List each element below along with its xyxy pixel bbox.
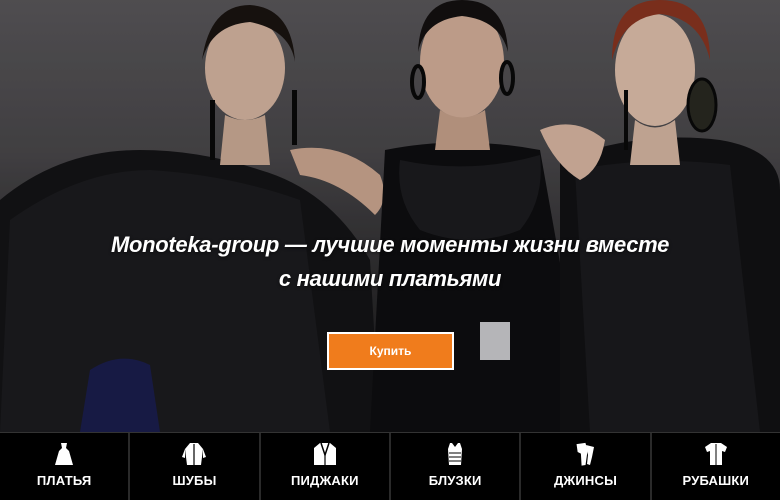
category-jackets[interactable]: ПИДЖАКИ [258, 433, 389, 500]
category-bar: ПЛАТЬЯ ШУБЫ ПИДЖАКИ БЛУЗКИ ДЖИНСЫ РУБАШК… [0, 432, 780, 500]
dress-icon [55, 443, 74, 465]
headline-line-1: Monoteka-group — лучшие моменты жизни вм… [110, 232, 670, 257]
headline-line-2: с нашими платьями [278, 266, 502, 291]
category-fur-coats[interactable]: ШУБЫ [128, 433, 258, 500]
category-label: ПЛАТЬЯ [36, 473, 92, 488]
category-label: РУБАШКИ [682, 473, 750, 488]
category-label: БЛУЗКИ [428, 473, 482, 488]
shirt-icon [704, 443, 727, 465]
category-shirts[interactable]: РУБАШКИ [649, 433, 780, 500]
jacket-icon [313, 442, 336, 465]
category-label: ШУБЫ [172, 473, 217, 488]
buy-button[interactable]: Купить [327, 332, 454, 370]
hero-banner: Monoteka-group — лучшие моменты жизни вм… [0, 0, 780, 432]
category-label: ПИДЖАКИ [290, 473, 359, 488]
category-blouses[interactable]: БЛУЗКИ [388, 433, 519, 500]
hero-headline: Monoteka-group — лучшие моменты жизни вм… [90, 228, 690, 296]
category-jeans[interactable]: ДЖИНСЫ [519, 433, 649, 500]
jeans-icon [577, 442, 595, 466]
blouse-icon [448, 443, 463, 465]
category-label: ДЖИНСЫ [553, 473, 617, 488]
category-dresses[interactable]: ПЛАТЬЯ [0, 433, 128, 500]
fur-coat-icon [182, 443, 207, 465]
